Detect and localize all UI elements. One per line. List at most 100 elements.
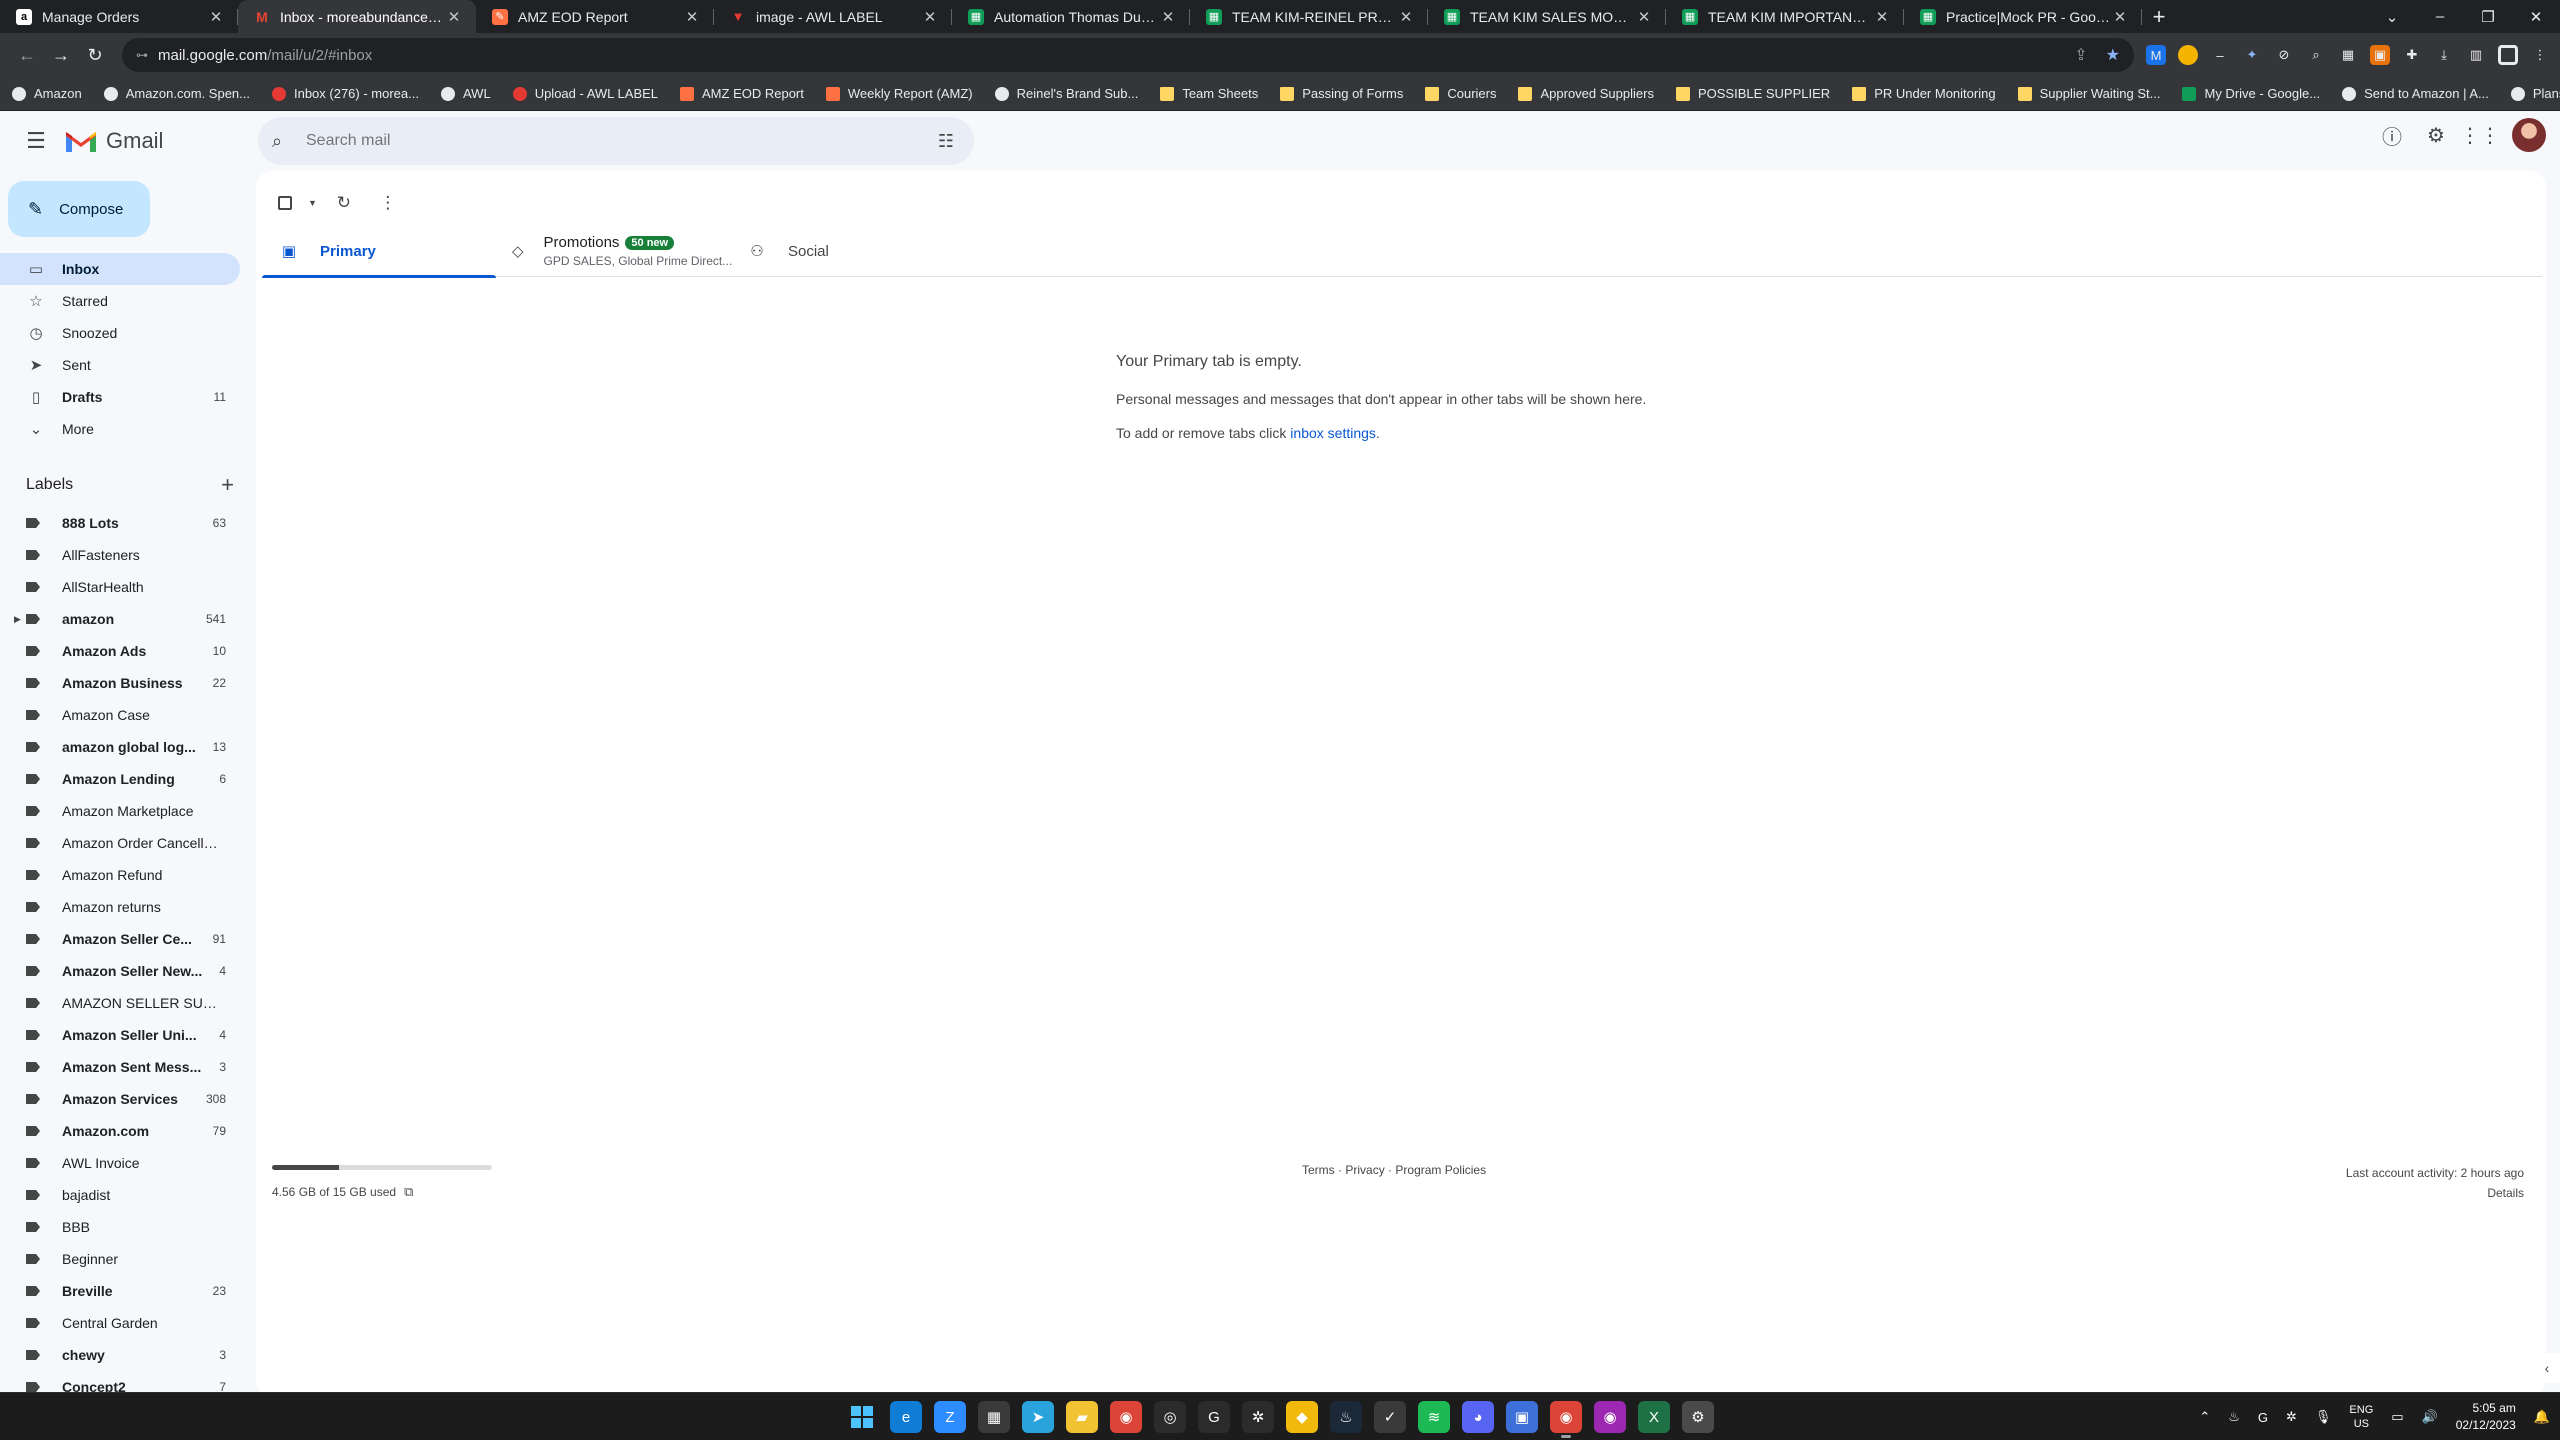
label-item[interactable]: chewy 3: [0, 1339, 240, 1371]
tray-chevron-icon[interactable]: ⌃: [2199, 1409, 2210, 1425]
label-item[interactable]: 888 Lots 63: [0, 507, 240, 539]
label-item[interactable]: Amazon Ads 10: [0, 635, 240, 667]
select-dropdown-icon[interactable]: ▼: [308, 198, 317, 208]
tray-spark-icon[interactable]: ✲: [2286, 1409, 2297, 1425]
chrome-profile-icon[interactable]: ◉: [1594, 1401, 1626, 1433]
gmail-logo[interactable]: Gmail: [64, 128, 256, 154]
browser-tab[interactable]: ▦ TEAM KIM SALES MONITORING✕: [1428, 0, 1666, 33]
notifications-icon[interactable]: 🔔: [2534, 1409, 2550, 1425]
bookmark-item[interactable]: Passing of Forms: [1280, 86, 1403, 101]
browser-profile-icon[interactable]: [2498, 45, 2518, 65]
inbox-settings-link[interactable]: inbox settings: [1290, 425, 1376, 441]
back-button[interactable]: ←: [10, 38, 44, 72]
sidebar-item-drafts[interactable]: ▯ Drafts 11: [0, 381, 240, 413]
browser-tab[interactable]: M Inbox - moreabundance7@gmail.com✕: [238, 0, 476, 33]
refresh-icon[interactable]: ↻: [327, 186, 361, 220]
label-item[interactable]: Amazon Sent Mess... 3: [0, 1051, 240, 1083]
tray-app-icon[interactable]: G: [2258, 1410, 2268, 1425]
network-icon[interactable]: ▭: [2391, 1409, 2403, 1425]
tray-mic-icon[interactable]: 🎙: [2315, 1409, 2332, 1425]
label-item[interactable]: Breville 23: [0, 1275, 240, 1307]
zoom-icon[interactable]: Z: [934, 1401, 966, 1433]
tab-close-icon[interactable]: ✕: [2110, 8, 2130, 26]
label-item[interactable]: Central Garden: [0, 1307, 240, 1339]
google-apps-icon[interactable]: ⋮⋮: [2460, 117, 2500, 153]
clock[interactable]: 5:05 am 02/12/2023: [2456, 1400, 2516, 1434]
address-bar[interactable]: ⊶ mail.google.com/mail/u/2/#inbox ⇪ ★: [122, 38, 2134, 72]
share-icon[interactable]: ⇪: [2074, 45, 2087, 65]
bookmark-star-icon[interactable]: ★: [2106, 45, 2120, 65]
tab-promotions[interactable]: ◇ Promotions 50 new GPD SALES, Global Prime…: [496, 225, 732, 277]
browser-tab[interactable]: ▦ TEAM KIM-REINEL PROFIT SHEET✕: [1190, 0, 1428, 33]
sidebar-item-inbox[interactable]: ▭ Inbox: [0, 253, 240, 285]
search-options-icon[interactable]: ☷: [932, 131, 960, 152]
extension-dash-icon[interactable]: –: [2210, 45, 2230, 65]
obs-icon[interactable]: ◎: [1154, 1401, 1186, 1433]
extension-off-icon[interactable]: ⊘: [2274, 45, 2294, 65]
label-item[interactable]: ▶ amazon 541: [0, 603, 240, 635]
telegram-icon[interactable]: ➤: [1022, 1401, 1054, 1433]
bookmark-item[interactable]: My Drive - Google...: [2182, 86, 2320, 101]
sidebar-item-more[interactable]: ⌄ More: [0, 413, 240, 445]
extension-grid-icon[interactable]: ▦: [2338, 45, 2358, 65]
compose-button[interactable]: ✎ Compose: [8, 181, 150, 237]
new-tab-button[interactable]: +: [2142, 0, 2176, 33]
tab-close-icon[interactable]: ✕: [682, 8, 702, 26]
tab-close-icon[interactable]: ✕: [1634, 8, 1654, 26]
tab-close-icon[interactable]: ✕: [1396, 8, 1416, 26]
browser-tab[interactable]: ▦ Automation Thomas Dubois Mo...✕: [952, 0, 1190, 33]
bookmark-item[interactable]: Plans & Pricing | A...: [2510, 86, 2560, 101]
reload-button[interactable]: ↻: [78, 38, 112, 72]
bookmark-item[interactable]: AMZ EOD Report: [680, 86, 804, 101]
start-menu-icon[interactable]: [846, 1401, 878, 1433]
tab-close-icon[interactable]: ✕: [206, 8, 226, 26]
extension-search-icon[interactable]: ⌕: [2306, 45, 2326, 65]
extension-box-icon[interactable]: ▣: [2370, 45, 2390, 65]
bookmark-item[interactable]: AWL: [440, 86, 491, 101]
sidebar-item-snoozed[interactable]: ◷ Snoozed: [0, 317, 240, 349]
bookmark-item[interactable]: Send to Amazon | A...: [2342, 86, 2489, 101]
label-item[interactable]: Amazon.com 79: [0, 1115, 240, 1147]
tab-search-icon[interactable]: ⌄: [2368, 8, 2416, 26]
support-icon[interactable]: ⓘ: [2374, 117, 2410, 153]
label-item[interactable]: BBB: [0, 1211, 240, 1243]
chrome-running-icon[interactable]: ◉: [1550, 1401, 1582, 1438]
download-icon[interactable]: ⤓: [2434, 45, 2454, 65]
tab-close-icon[interactable]: ✕: [1872, 8, 1892, 26]
restore-button[interactable]: ❐: [2464, 8, 2512, 26]
label-item[interactable]: bajadist: [0, 1179, 240, 1211]
select-checkbox[interactable]: [268, 186, 302, 220]
label-item[interactable]: Amazon Lending 6: [0, 763, 240, 795]
bookmark-item[interactable]: Reinel's Brand Sub...: [994, 86, 1138, 101]
chrome-icon[interactable]: ◉: [1110, 1401, 1142, 1433]
app-check-icon[interactable]: ✓: [1374, 1401, 1406, 1433]
sidebar-item-sent[interactable]: ➤ Sent: [0, 349, 240, 381]
tab-close-icon[interactable]: ✕: [444, 8, 464, 26]
label-item[interactable]: Amazon Marketplace: [0, 795, 240, 827]
browser-tab[interactable]: ▦ TEAM KIM IMPORTANT SHEETS✕: [1666, 0, 1904, 33]
browser-menu-icon[interactable]: ⋮: [2530, 45, 2550, 65]
terms-link[interactable]: Terms: [1302, 1163, 1335, 1177]
main-menu-icon[interactable]: ☰: [12, 117, 60, 165]
label-item[interactable]: Amazon Case: [0, 699, 240, 731]
close-window-button[interactable]: ✕: [2512, 8, 2560, 26]
label-item[interactable]: Amazon Refund: [0, 859, 240, 891]
label-item[interactable]: Amazon Seller Uni... 4: [0, 1019, 240, 1051]
program-policies-link[interactable]: Program Policies: [1395, 1163, 1486, 1177]
discord-icon[interactable]: ◕: [1462, 1401, 1494, 1433]
volume-icon[interactable]: 🔊: [2422, 1409, 2438, 1425]
bookmark-item[interactable]: Team Sheets: [1160, 86, 1258, 101]
label-item[interactable]: AllStarHealth: [0, 571, 240, 603]
extension-spark-icon[interactable]: ✦: [2242, 45, 2262, 65]
tray-steam-icon[interactable]: ♨: [2228, 1409, 2240, 1425]
browser-tab[interactable]: a Manage Orders ✕: [0, 0, 238, 33]
account-avatar[interactable]: [2512, 118, 2546, 152]
input-language[interactable]: ENG US: [2349, 1403, 2373, 1431]
open-storage-icon[interactable]: ⧉: [404, 1184, 413, 1200]
tab-close-icon[interactable]: ✕: [1158, 8, 1178, 26]
bookmark-item[interactable]: Approved Suppliers: [1518, 86, 1654, 101]
app-star-icon[interactable]: ✲: [1242, 1401, 1274, 1433]
sidebar-item-starred[interactable]: ☆ Starred: [0, 285, 240, 317]
tab-social[interactable]: ⚇ Social: [730, 225, 964, 277]
extension-m-icon[interactable]: M: [2146, 45, 2166, 65]
